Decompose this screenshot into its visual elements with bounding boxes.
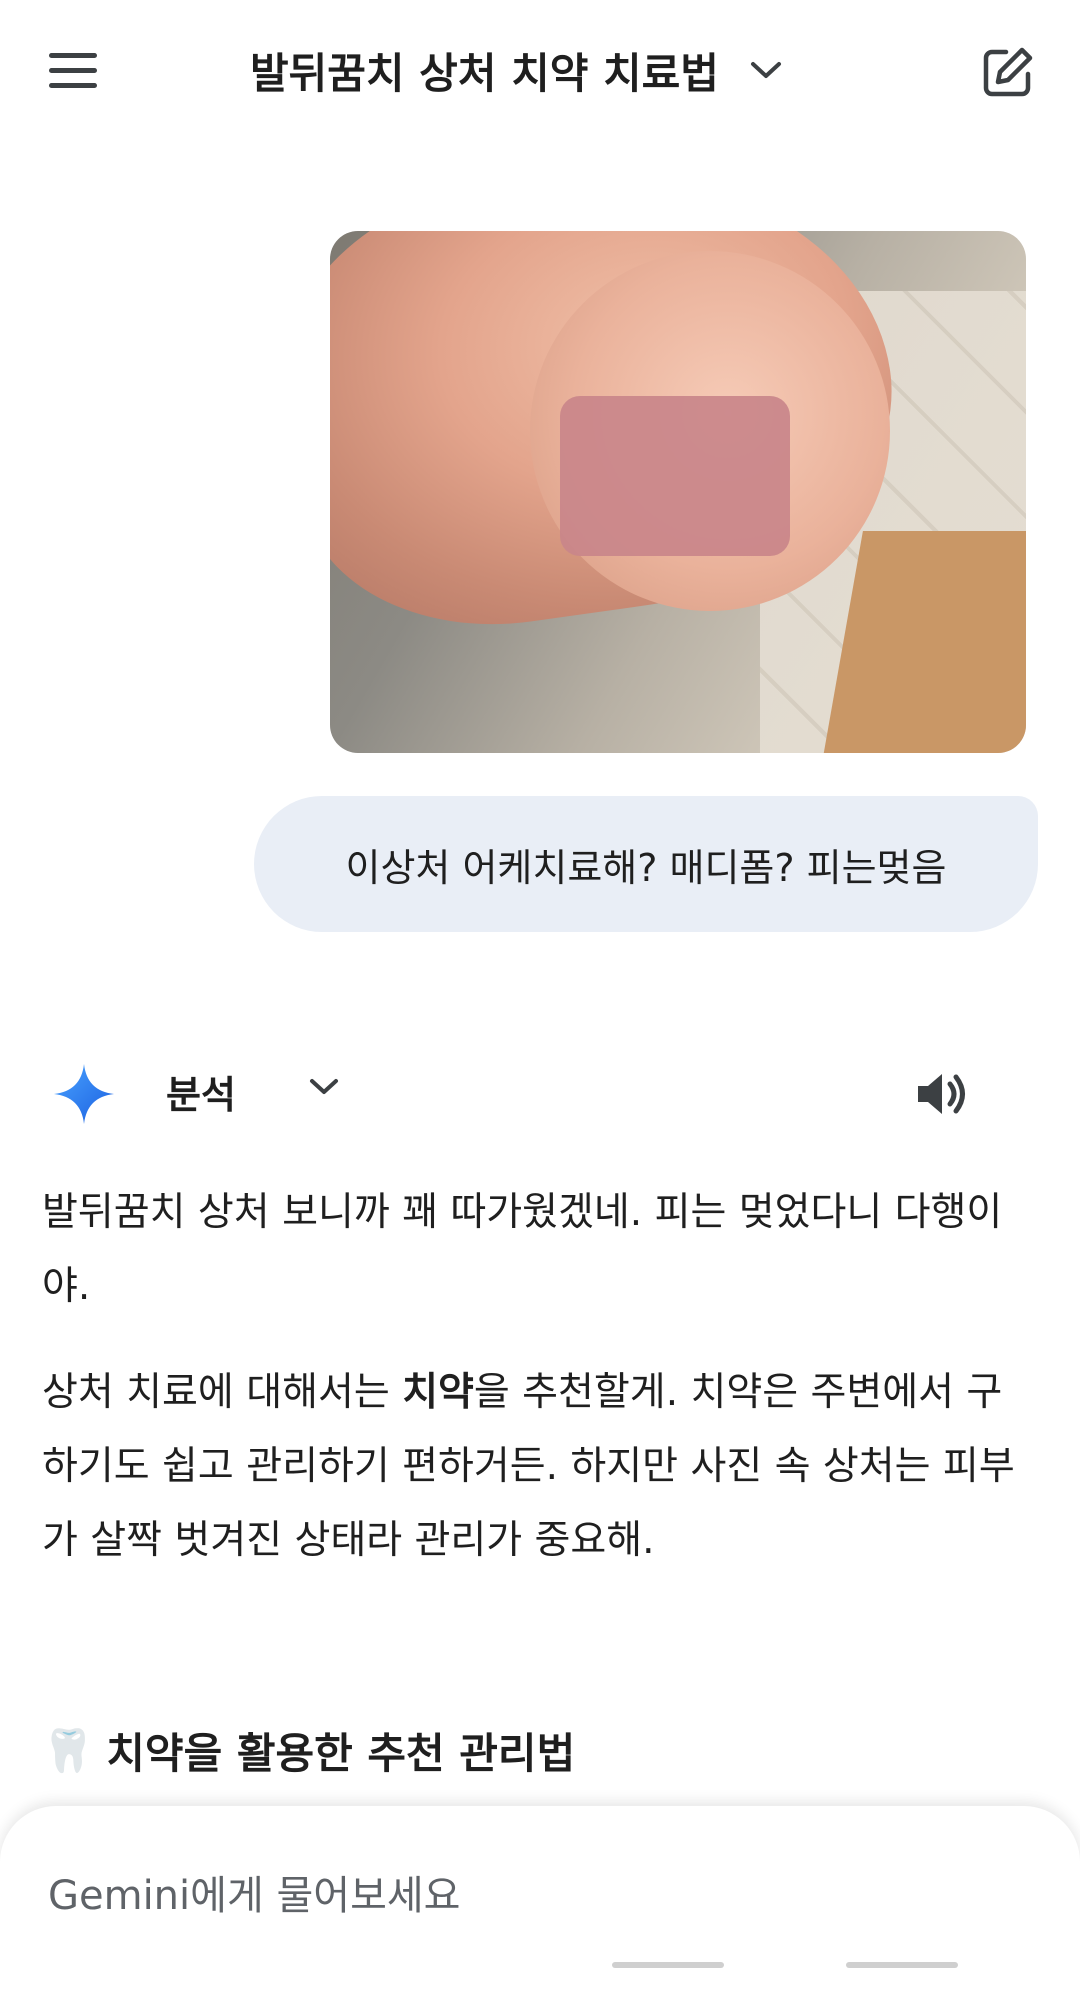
bottom-handle	[612, 1962, 724, 1968]
response-paragraph: 발뒤꿈치 상처 보니까 꽤 따가웠겠네. 피는 멎었다니 다행이야.	[42, 1190, 1003, 1309]
model-mode-label: 분석	[166, 1073, 236, 1117]
speaker-icon[interactable]	[912, 1064, 972, 1124]
prompt-input[interactable]	[48, 1866, 988, 1926]
top-app-bar: 발뒤꿈치 상처 치약 치료법	[0, 0, 1080, 140]
user-message-bubble: 이상처 어케치료해? 매디폼? 피는멎음	[254, 796, 1038, 932]
tooth-emoji: 🦷	[42, 1725, 95, 1775]
section-heading-text: 치약을 활용한 추천 관리법	[106, 1729, 576, 1778]
new-chat-icon[interactable]	[980, 44, 1036, 100]
user-message-text: 이상처 어케치료해? 매디폼? 피는멎음	[345, 845, 947, 890]
uploaded-wound-photo[interactable]	[330, 231, 1026, 753]
response-text: 상처 치료에 대해서는	[42, 1370, 403, 1415]
section-heading: 🦷 치약을 활용한 추천 관리법	[42, 1720, 575, 1781]
response-paragraph: 상처 치료에 대해서는 치약을 추천할게. 치약은 주변에서 구하기도 쉽고 관…	[42, 1356, 1022, 1578]
gemini-spark-icon	[52, 1062, 116, 1126]
chevron-down-icon	[749, 59, 783, 81]
conversation-title-dropdown[interactable]: 발뒤꿈치 상처 치약 치료법	[250, 38, 783, 102]
photo-blurred-area	[560, 396, 790, 556]
chevron-down-icon[interactable]	[308, 1076, 340, 1102]
conversation-title: 발뒤꿈치 상처 치약 치료법	[250, 48, 719, 98]
response-bold-text: 치약	[402, 1370, 474, 1415]
bottom-handle	[846, 1962, 958, 1968]
menu-icon[interactable]	[40, 40, 106, 100]
